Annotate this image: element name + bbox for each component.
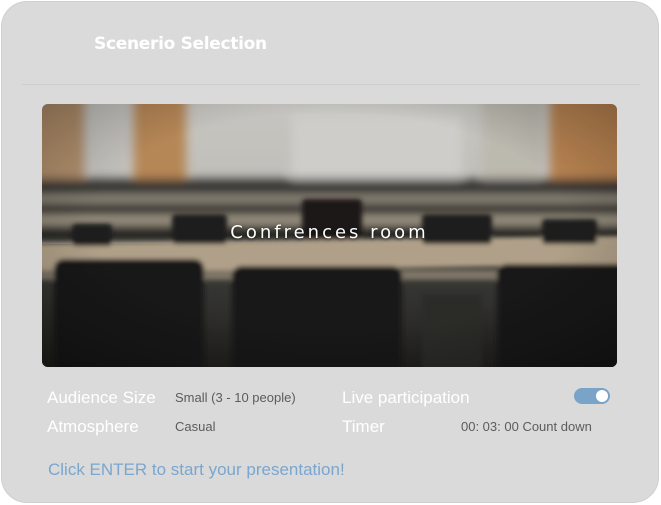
timer-value[interactable]: 00: 03: 00 Count down [461,419,592,434]
audience-size-value[interactable]: Small (3 - 10 people) [175,390,296,405]
atmosphere-label: Atmosphere [47,417,139,436]
timer-label: Timer [342,417,385,436]
scenario-title: Confrences room [230,222,429,243]
start-presentation-prompt[interactable]: Click ENTER to start your presentation! [48,460,345,480]
scenario-card[interactable]: Confrences room [42,104,617,367]
panel-title: Scenerio Selection [94,34,267,54]
live-participation-label: Live participation [342,388,470,407]
header-divider [22,84,640,85]
atmosphere-value[interactable]: Casual [175,419,215,434]
live-participation-toggle[interactable] [574,388,610,404]
scenario-selection-panel: Scenerio Selection Confrences room Audie… [1,1,659,503]
toggle-knob [596,390,608,402]
audience-size-label: Audience Size [47,388,156,407]
